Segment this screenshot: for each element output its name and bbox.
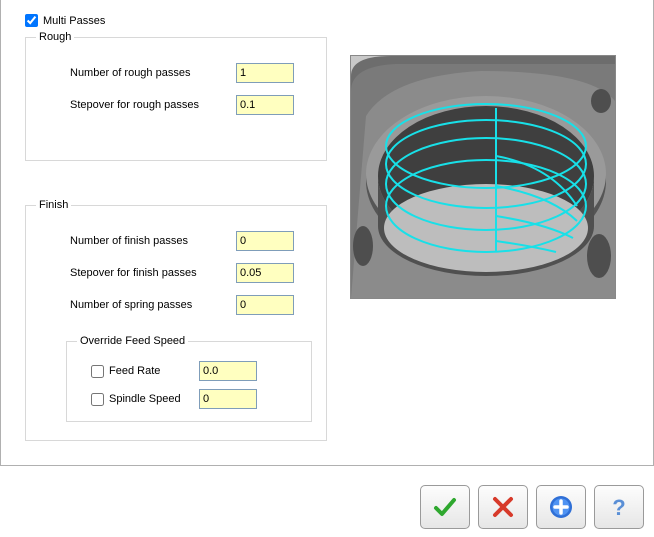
rough-stepover-label: Stepover for rough passes	[36, 99, 236, 111]
help-button[interactable]: ?	[594, 485, 644, 529]
spindle-speed-row: Spindle Speed	[77, 389, 301, 409]
override-feed-speed-group: Override Feed Speed Feed Rate Spindle Sp…	[66, 335, 312, 422]
multi-passes-checkbox[interactable]	[25, 14, 38, 27]
override-legend: Override Feed Speed	[77, 335, 188, 347]
add-button[interactable]	[536, 485, 586, 529]
feed-rate-label: Feed Rate	[109, 365, 160, 377]
rough-legend: Rough	[36, 31, 74, 43]
finish-legend: Finish	[36, 199, 71, 211]
finish-spring-passes-input[interactable]	[236, 295, 294, 315]
spindle-speed-label: Spindle Speed	[109, 393, 181, 405]
rough-num-passes-input[interactable]	[236, 63, 294, 83]
finish-num-passes-input[interactable]	[236, 231, 294, 251]
rough-num-passes-label: Number of rough passes	[36, 67, 236, 79]
spindle-speed-input[interactable]	[199, 389, 257, 409]
feed-rate-row: Feed Rate	[77, 361, 301, 381]
question-icon: ?	[606, 494, 632, 520]
dialog-button-bar: ?	[420, 485, 644, 529]
feed-rate-input[interactable]	[199, 361, 257, 381]
multi-passes-panel: Multi Passes Rough Number of rough passe…	[0, 0, 654, 466]
finish-group: Finish Number of finish passes Stepover …	[25, 199, 327, 441]
finish-stepover-row: Stepover for finish passes	[36, 263, 316, 283]
rough-group: Rough Number of rough passes Stepover fo…	[25, 31, 327, 161]
svg-text:?: ?	[612, 495, 625, 520]
plus-icon	[547, 493, 575, 521]
check-icon	[432, 494, 458, 520]
cross-icon	[490, 494, 516, 520]
finish-spring-passes-row: Number of spring passes	[36, 295, 316, 315]
rough-stepover-row: Stepover for rough passes	[36, 95, 316, 115]
finish-stepover-input[interactable]	[236, 263, 294, 283]
multi-passes-label: Multi Passes	[43, 15, 105, 27]
ok-button[interactable]	[420, 485, 470, 529]
spindle-speed-checkbox[interactable]	[91, 393, 104, 406]
finish-num-passes-label: Number of finish passes	[36, 235, 236, 247]
finish-spring-passes-label: Number of spring passes	[36, 299, 236, 311]
finish-stepover-label: Stepover for finish passes	[36, 267, 236, 279]
rough-stepover-input[interactable]	[236, 95, 294, 115]
finish-num-passes-row: Number of finish passes	[36, 231, 316, 251]
toolpath-preview	[350, 55, 616, 299]
feed-rate-checkbox[interactable]	[91, 365, 104, 378]
multi-passes-checkbox-row: Multi Passes	[25, 14, 639, 27]
cancel-button[interactable]	[478, 485, 528, 529]
rough-num-passes-row: Number of rough passes	[36, 63, 316, 83]
